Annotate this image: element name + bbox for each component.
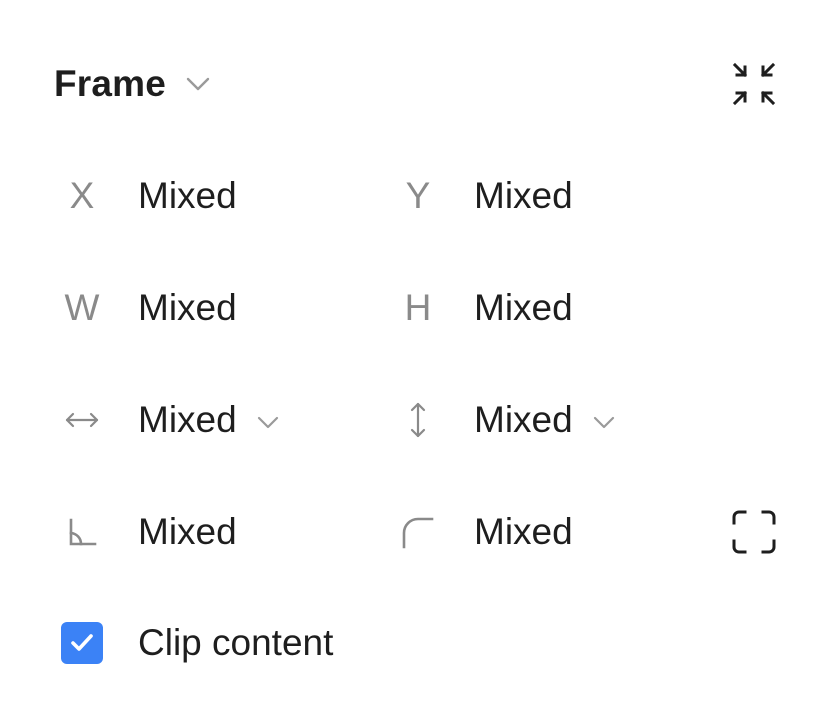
size-row: W Mixed H Mixed <box>0 278 832 338</box>
checkmark-icon <box>71 634 93 651</box>
rotation-radius-row: Mixed Mixed <box>0 502 832 562</box>
clip-content-toggle[interactable]: Clip content <box>56 613 333 673</box>
corner-radius-value[interactable]: Mixed <box>474 511 573 553</box>
frame-properties-panel: Frame X Mixed Y Mixed W Mixed H Mixed Mi… <box>0 0 832 722</box>
clip-content-checkbox[interactable] <box>61 622 103 664</box>
horizontal-resizing-dropdown[interactable]: Mixed <box>56 390 356 450</box>
x-field[interactable]: X Mixed <box>56 166 356 226</box>
w-label: W <box>64 287 100 328</box>
clip-content-label: Clip content <box>138 622 334 663</box>
rotation-angle-icon <box>56 516 108 548</box>
chevron-down-icon <box>257 416 279 429</box>
corner-radius-icon <box>392 515 444 549</box>
chevron-down-icon <box>186 77 210 96</box>
panel-title: Frame <box>54 63 167 104</box>
width-value[interactable]: Mixed <box>138 287 237 329</box>
chevron-down-icon <box>593 416 615 429</box>
vertical-resize-icon <box>392 401 444 439</box>
y-label: Y <box>405 175 431 216</box>
independent-corners-icon[interactable] <box>726 504 782 560</box>
h-label: H <box>404 287 432 328</box>
rotation-field[interactable]: Mixed <box>56 502 356 562</box>
height-field[interactable]: H Mixed <box>392 278 692 338</box>
x-label: X <box>69 175 95 216</box>
x-value[interactable]: Mixed <box>138 175 237 217</box>
corner-radius-field[interactable]: Mixed <box>392 502 692 562</box>
rotation-value[interactable]: Mixed <box>138 511 237 553</box>
resizing-row: Mixed Mixed <box>0 390 832 450</box>
y-value[interactable]: Mixed <box>474 175 573 217</box>
vertical-resizing-dropdown[interactable]: Mixed <box>392 390 692 450</box>
horizontal-resize-icon <box>56 410 108 430</box>
height-value[interactable]: Mixed <box>474 287 573 329</box>
width-field[interactable]: W Mixed <box>56 278 356 338</box>
vertical-resizing-value: Mixed <box>474 399 573 440</box>
frame-type-selector[interactable]: Frame <box>54 58 210 110</box>
position-row: X Mixed Y Mixed <box>0 166 832 226</box>
collapse-arrows-icon[interactable] <box>726 56 782 112</box>
horizontal-resizing-value: Mixed <box>138 399 237 440</box>
y-field[interactable]: Y Mixed <box>392 166 692 226</box>
